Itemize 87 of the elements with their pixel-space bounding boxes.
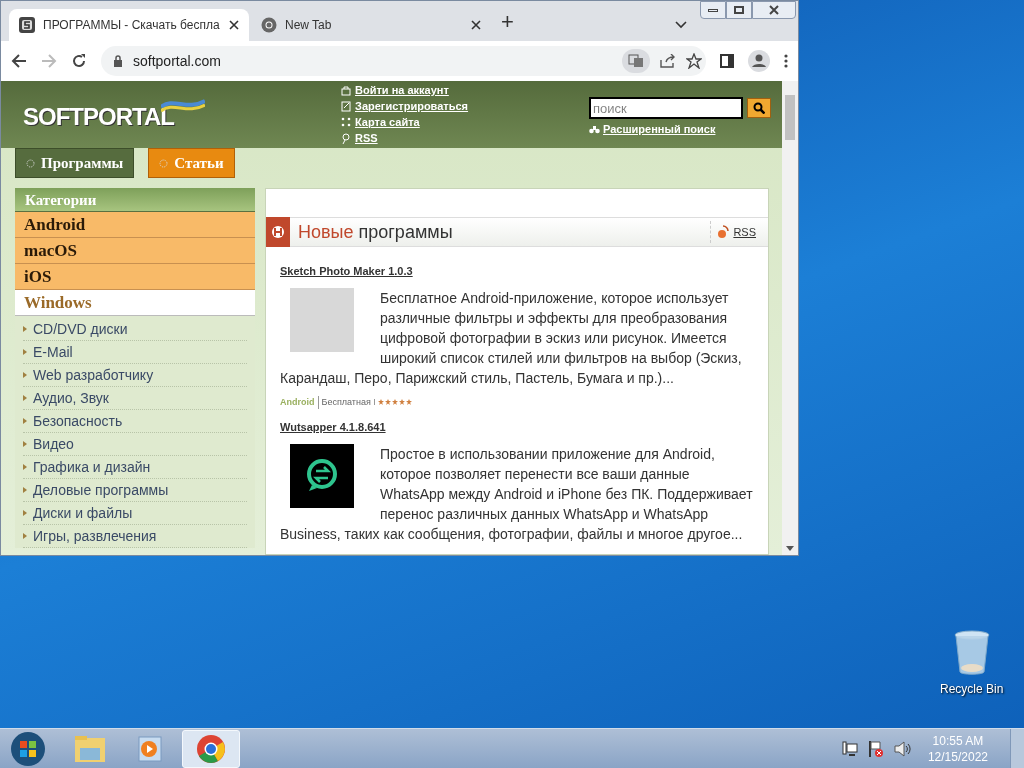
category-link[interactable]: Безопасность	[33, 410, 123, 432]
browser-tab[interactable]: ПРОГРАММЫ - Скачать беспла	[9, 9, 249, 41]
category-link[interactable]: E-Mail	[33, 341, 73, 363]
menu-icon[interactable]	[784, 54, 788, 68]
platform-item[interactable]: iOS	[15, 264, 255, 290]
nav-tab[interactable]: Программы	[15, 148, 135, 178]
category-link[interactable]: Игры, развлечения	[33, 525, 157, 547]
star-icon[interactable]	[686, 53, 702, 69]
lock-icon	[113, 55, 123, 67]
pencil-icon	[341, 100, 351, 112]
bullet-icon	[23, 418, 27, 424]
category-link[interactable]: Видео	[33, 433, 74, 455]
bullet-icon	[23, 464, 27, 470]
bullet-icon	[23, 372, 27, 378]
back-icon[interactable]	[11, 53, 27, 69]
rss-icon	[717, 225, 730, 239]
rss-icon	[341, 132, 351, 144]
search-icon	[753, 102, 765, 114]
bullet-icon	[23, 487, 27, 493]
reload-icon[interactable]	[71, 53, 87, 69]
platform-item[interactable]: macOS	[15, 238, 255, 264]
bullet-icon	[23, 441, 27, 447]
browser-tab[interactable]: New Tab	[251, 9, 491, 41]
bullet-icon	[23, 349, 27, 355]
program-description: Простое в использовании приложение для Android, которое позволяет перенести все ваши данные WhatsApp между Android и iPhone без ПК. Поддерживает перенос различных данных WhatsApp и WhatsApp Business, таких как сообщения, фотографии, файлы и многое другое...	[280, 443, 754, 544]
advanced-search-link[interactable]: Расширенный поиск	[603, 121, 716, 138]
dotted-circle-icon	[26, 158, 35, 168]
site-favicon	[19, 17, 35, 33]
share-icon[interactable]	[660, 54, 676, 68]
platform-item[interactable]: Android	[15, 212, 255, 238]
minimize-button[interactable]	[700, 1, 726, 19]
close-tab-icon[interactable]	[471, 20, 481, 30]
taskbar-button[interactable]	[182, 729, 240, 768]
lock-icon	[341, 84, 351, 96]
chrome-icon	[261, 17, 277, 33]
category-link[interactable]: Графика и дизайн	[33, 456, 151, 478]
section-title: Новые программы	[298, 220, 453, 244]
address-bar[interactable]: softportal.com	[101, 46, 706, 76]
license-label: Бесплатная	[317, 395, 371, 409]
profile-icon[interactable]	[748, 50, 770, 72]
platform-item[interactable]: Windows	[15, 290, 255, 316]
program-title-link[interactable]: Wutsapper 4.1.8.641	[280, 419, 386, 436]
bullet-icon	[23, 395, 27, 401]
header-link[interactable]: Зарегистрироваться	[355, 97, 469, 115]
binoculars-icon	[589, 124, 600, 134]
bullet-icon	[23, 326, 27, 332]
category-link[interactable]: Аудио, Звук	[33, 387, 109, 409]
sidebar-heading: Категории	[15, 188, 255, 212]
program-description: Бесплатное Android-приложение, которое использует различные фильтры и эффекты для преобразования цифровой фотографии в эскиз или рисунок. Имеется широкий список стилей или фильтров на выбор (Эскиз, Карандаш, Перо, Парижский стиль, Пастель, Бумага и пр.)...	[280, 287, 743, 388]
search-field[interactable]: поиск	[589, 97, 743, 119]
category-link[interactable]: Диски и файлы	[33, 502, 133, 524]
app-logo-icon	[290, 443, 354, 508]
program-title-link[interactable]: Sketch Photo Maker 1.0.3	[280, 263, 413, 280]
flag-icon[interactable]	[867, 739, 884, 758]
scrollbar-thumb[interactable]	[785, 95, 795, 140]
category-link[interactable]: Web разработчику	[33, 364, 154, 386]
close-tab-icon[interactable]	[229, 20, 239, 30]
desktop-icon-label[interactable]: Recycle Bin	[940, 680, 1004, 698]
category-link[interactable]: Деловые программы	[33, 479, 169, 501]
bullet-icon	[23, 510, 27, 516]
recycle-bin-icon[interactable]	[953, 630, 990, 676]
photo-placeholder	[290, 287, 354, 352]
header-link[interactable]: Карта сайта	[355, 113, 420, 131]
start-button[interactable]	[10, 730, 46, 767]
platform-label: Android	[280, 395, 315, 409]
bullet-icon	[23, 533, 27, 539]
side-panel-icon[interactable]	[720, 54, 734, 68]
new-tab-button[interactable]: +	[501, 11, 514, 33]
dotted-circle-icon	[159, 158, 169, 168]
scroll-down-icon[interactable]	[786, 546, 794, 551]
translate-icon[interactable]	[622, 49, 650, 73]
maximize-button[interactable]	[726, 1, 752, 19]
site-logo[interactable]: SOFTPORTAL	[23, 99, 174, 135]
volume-icon[interactable]	[893, 740, 912, 757]
close-icon	[769, 5, 779, 15]
sitemap-icon	[341, 116, 351, 128]
tab-search-icon[interactable]	[675, 21, 687, 29]
search-button[interactable]	[747, 98, 771, 118]
network-icon[interactable]	[841, 740, 858, 757]
close-button[interactable]	[752, 1, 796, 19]
header-link[interactable]: Войти на аккаунт	[355, 81, 449, 99]
scrollbar[interactable]	[782, 81, 798, 555]
chrome-icon	[196, 733, 226, 764]
header-link[interactable]: RSS	[355, 129, 378, 147]
rss-link[interactable]: RSS	[733, 223, 756, 241]
category-link[interactable]: CD/DVD диски	[33, 318, 128, 340]
address-text: softportal.com	[133, 51, 221, 71]
